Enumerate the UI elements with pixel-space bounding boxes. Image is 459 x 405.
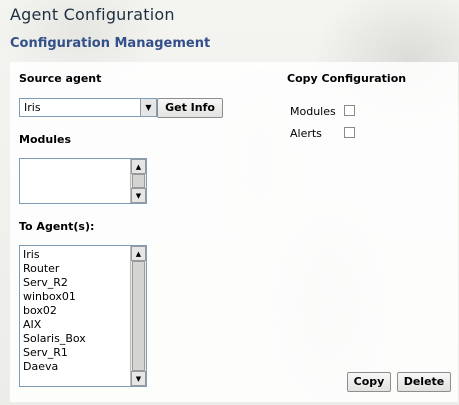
list-item[interactable]: Solaris_Box: [20, 332, 146, 346]
delete-button[interactable]: Delete: [397, 372, 451, 392]
configuration-panel: Source agent Iris ▼ Get Info Modules ▲ ▼…: [10, 62, 458, 402]
copy-configuration-label: Copy Configuration: [287, 72, 407, 85]
modules-checkbox-label: Modules: [290, 105, 336, 118]
list-item[interactable]: Serv_R1: [20, 346, 146, 360]
agent-list: Iris Router Serv_R2 winbox01 box02 AIX S…: [20, 248, 146, 374]
scroll-up-arrow-icon[interactable]: ▲: [131, 159, 146, 174]
list-item[interactable]: Serv_R2: [20, 276, 146, 290]
modules-scrollbar[interactable]: ▲ ▼: [130, 159, 146, 203]
agents-scroll-thumb[interactable]: [132, 261, 145, 371]
get-info-button[interactable]: Get Info: [157, 98, 223, 118]
source-agent-value: Iris: [24, 101, 41, 114]
list-item[interactable]: Daeva: [20, 360, 146, 374]
modules-checkbox[interactable]: [344, 105, 355, 116]
list-item[interactable]: Router: [20, 262, 146, 276]
scroll-down-arrow-icon[interactable]: ▼: [131, 371, 146, 386]
section-subtitle: Configuration Management: [10, 36, 211, 51]
chevron-down-icon[interactable]: ▼: [140, 99, 156, 116]
modules-listbox[interactable]: ▲ ▼: [19, 158, 147, 204]
to-agents-listbox[interactable]: Iris Router Serv_R2 winbox01 box02 AIX S…: [19, 245, 147, 387]
list-item[interactable]: winbox01: [20, 290, 146, 304]
agents-scrollbar[interactable]: ▲ ▼: [130, 246, 146, 386]
page-title: Agent Configuration: [10, 5, 175, 24]
modules-scroll-thumb[interactable]: [132, 174, 145, 188]
alerts-checkbox[interactable]: [344, 127, 355, 138]
scroll-up-arrow-icon[interactable]: ▲: [131, 246, 146, 261]
source-agent-label: Source agent: [19, 72, 102, 85]
list-item[interactable]: AIX: [20, 318, 146, 332]
list-item[interactable]: box02: [20, 304, 146, 318]
source-agent-select[interactable]: Iris ▼: [19, 98, 157, 117]
to-agents-label: To Agent(s):: [19, 220, 95, 233]
modules-label: Modules: [19, 133, 71, 146]
scroll-down-arrow-icon[interactable]: ▼: [131, 188, 146, 203]
list-item[interactable]: Iris: [20, 248, 146, 262]
alerts-checkbox-label: Alerts: [290, 127, 322, 140]
copy-button[interactable]: Copy: [347, 372, 391, 392]
